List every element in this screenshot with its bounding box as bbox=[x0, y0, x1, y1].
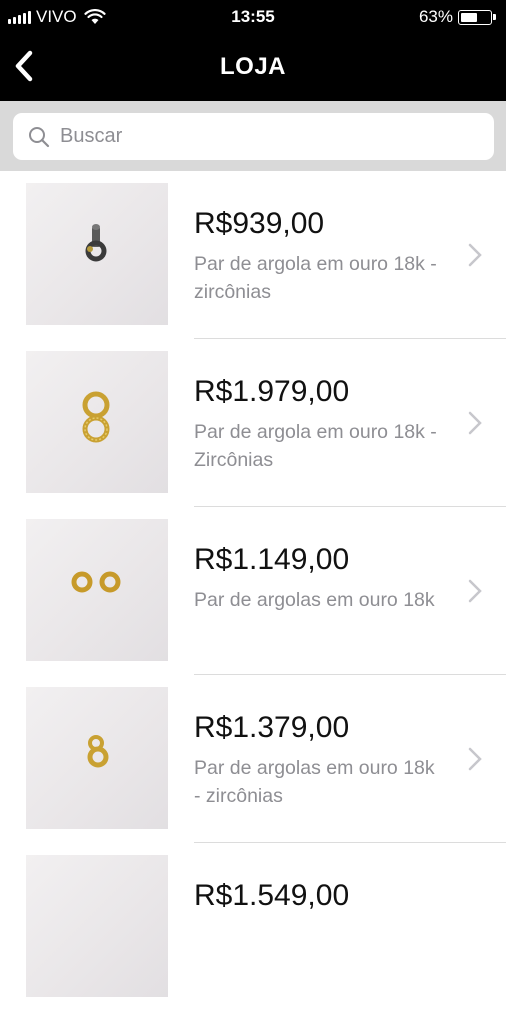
product-item[interactable]: R$1.979,00 Par de argola em ouro 18k - Z… bbox=[0, 339, 506, 507]
product-price: R$1.149,00 bbox=[194, 543, 350, 576]
nav-bar: LOJA bbox=[0, 34, 506, 101]
product-price: R$1.979,00 bbox=[194, 375, 350, 408]
status-bar: VIVO 13:55 63% bbox=[0, 0, 506, 34]
product-price: R$939,00 bbox=[194, 207, 325, 240]
chevron-right-icon bbox=[468, 243, 482, 267]
product-description: Par de argolas em ouro 18k - zircônias bbox=[194, 757, 435, 807]
product-price: R$1.379,00 bbox=[194, 711, 350, 744]
status-right: 63% bbox=[419, 7, 496, 27]
product-thumbnail bbox=[26, 183, 168, 325]
product-thumbnail bbox=[26, 855, 168, 997]
battery-percent: 63% bbox=[418, 7, 453, 26]
search-box[interactable] bbox=[13, 113, 494, 160]
product-item[interactable]: R$1.549,00 bbox=[0, 843, 506, 1011]
product-description: Par de argolas em ouro 18k bbox=[194, 589, 435, 611]
chevron-right-icon bbox=[468, 579, 482, 603]
search-input[interactable] bbox=[60, 125, 460, 148]
product-price: R$1.549,00 bbox=[194, 879, 350, 912]
product-thumbnail bbox=[26, 687, 168, 829]
search-icon bbox=[29, 126, 50, 147]
chevron-right-icon bbox=[468, 747, 482, 771]
product-item[interactable]: R$939,00 Par de argola em ouro 18k - zir… bbox=[0, 171, 506, 339]
page-title: LOJA bbox=[219, 53, 286, 80]
battery-tip bbox=[493, 14, 496, 20]
product-thumbnail bbox=[26, 351, 168, 493]
product-list: R$939,00 Par de argola em ouro 18k - zir… bbox=[0, 171, 506, 1011]
product-item[interactable]: R$1.149,00 Par de argolas em ouro 18k bbox=[0, 507, 506, 675]
battery-icon bbox=[458, 9, 492, 25]
search-bar bbox=[0, 101, 506, 171]
product-item[interactable]: R$1.379,00 Par de argolas em ouro 18k - … bbox=[0, 675, 506, 843]
product-description: Par de argola em ouro 18k - Zircônias bbox=[194, 421, 437, 471]
product-description: Par de argola em ouro 18k - zircônias bbox=[194, 253, 437, 303]
product-thumbnail bbox=[26, 519, 168, 661]
chevron-right-icon bbox=[468, 411, 482, 435]
